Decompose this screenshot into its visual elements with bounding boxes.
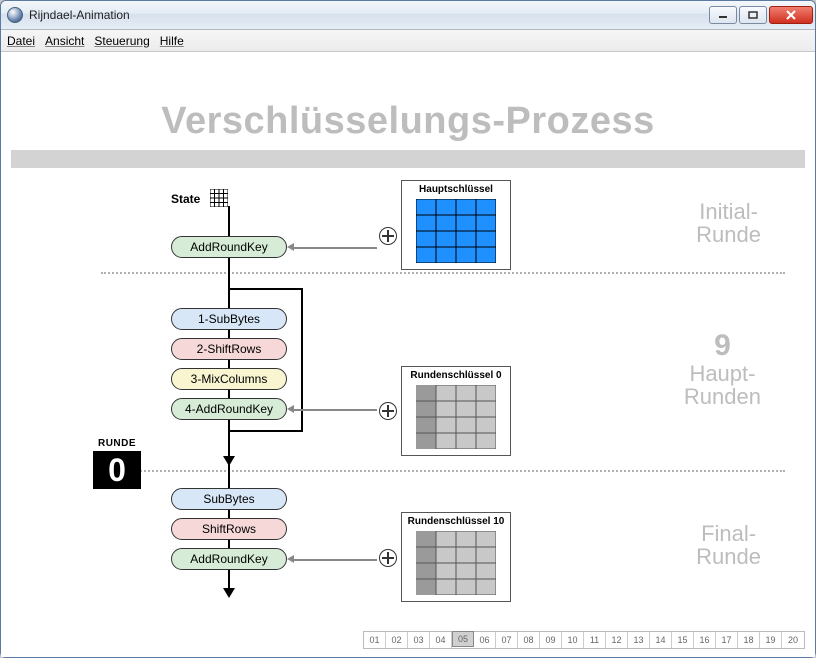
menu-control[interactable]: Steuerung bbox=[94, 34, 149, 48]
pill-final-addroundkey[interactable]: AddRoundKey bbox=[171, 548, 287, 570]
keybox-round10-grid-icon bbox=[416, 531, 496, 595]
page-16[interactable]: 16 bbox=[694, 632, 716, 648]
menubar: Datei Ansicht Steuerung Hilfe bbox=[1, 30, 815, 52]
app-icon bbox=[7, 7, 23, 23]
minimize-icon bbox=[718, 11, 728, 19]
window-controls bbox=[709, 6, 813, 24]
phase-initial-line1: Initial- bbox=[699, 199, 758, 224]
page-14[interactable]: 14 bbox=[650, 632, 672, 648]
arrow-down-icon bbox=[223, 456, 235, 466]
round-badge-label: RUNDE bbox=[93, 438, 141, 449]
page-20[interactable]: 20 bbox=[782, 632, 804, 648]
loop-bottom-h bbox=[229, 430, 303, 432]
page-01[interactable]: 01 bbox=[364, 632, 386, 648]
pill-main-subbytes[interactable]: 1-SubBytes bbox=[171, 308, 287, 330]
connector-initial bbox=[291, 247, 377, 249]
pill-final-subbytes[interactable]: SubBytes bbox=[171, 488, 287, 510]
titlebar[interactable]: Rijndael-Animation bbox=[1, 1, 815, 30]
window-title: Rijndael-Animation bbox=[29, 8, 709, 22]
arrowhead-main-icon bbox=[287, 405, 294, 413]
round-badge-value: 0 bbox=[93, 451, 141, 489]
phase-main-count: 9 bbox=[684, 330, 761, 362]
keybox-round10: Rundenschlüssel 10 bbox=[401, 512, 511, 602]
close-icon bbox=[785, 10, 797, 20]
menu-view[interactable]: Ansicht bbox=[45, 34, 84, 48]
menu-file[interactable]: Datei bbox=[7, 34, 35, 48]
page-15[interactable]: 15 bbox=[672, 632, 694, 648]
phase-final-line1: Final- bbox=[701, 521, 756, 546]
connector-main bbox=[291, 409, 377, 411]
page-05[interactable]: 05 bbox=[452, 631, 474, 647]
connector-final bbox=[291, 559, 377, 561]
page-19[interactable]: 19 bbox=[760, 632, 782, 648]
phase-main-label: 9 Haupt- Runden bbox=[684, 330, 761, 408]
page-07[interactable]: 07 bbox=[496, 632, 518, 648]
pill-initial-addroundkey[interactable]: AddRoundKey bbox=[171, 236, 287, 258]
keybox-round0-grid-icon bbox=[416, 385, 496, 449]
keybox-master-label: Hauptschlüssel bbox=[419, 184, 493, 195]
page-17[interactable]: 17 bbox=[716, 632, 738, 648]
arrowhead-initial-icon bbox=[287, 243, 294, 251]
close-button[interactable] bbox=[769, 6, 813, 24]
keybox-round0: Rundenschlüssel 0 bbox=[401, 366, 511, 456]
arrowhead-final-icon bbox=[287, 555, 294, 563]
phase-initial-label: Initial- Runde bbox=[696, 200, 761, 246]
keybox-round0-label: Rundenschlüssel 0 bbox=[410, 370, 501, 381]
page-12[interactable]: 12 bbox=[606, 632, 628, 648]
page-02[interactable]: 02 bbox=[386, 632, 408, 648]
phase-final-label: Final- Runde bbox=[696, 522, 761, 568]
state-grid-icon bbox=[210, 189, 228, 207]
page-08[interactable]: 08 bbox=[518, 632, 540, 648]
keybox-master: Hauptschlüssel bbox=[401, 180, 511, 270]
keybox-master-grid-icon bbox=[416, 199, 496, 263]
keybox-round10-label: Rundenschlüssel 10 bbox=[408, 516, 505, 527]
page-navigator: 0102030405060708091011121314151617181920 bbox=[363, 631, 805, 649]
minimize-button[interactable] bbox=[709, 6, 737, 24]
arrow-down-final-icon bbox=[223, 588, 235, 598]
loop-top-h bbox=[229, 288, 303, 290]
pill-main-mixcolumns[interactable]: 3-MixColumns bbox=[171, 368, 287, 390]
phase-initial-line2: Runde bbox=[696, 222, 761, 247]
maximize-icon bbox=[748, 11, 758, 19]
page-09[interactable]: 09 bbox=[540, 632, 562, 648]
maximize-button[interactable] bbox=[739, 6, 767, 24]
page-10[interactable]: 10 bbox=[562, 632, 584, 648]
xor-main-icon bbox=[379, 402, 397, 420]
separator-2 bbox=[101, 470, 785, 472]
pill-main-addroundkey[interactable]: 4-AddRoundKey bbox=[171, 398, 287, 420]
app-window: Rijndael-Animation Datei Ansicht Steueru… bbox=[0, 0, 816, 658]
title-band bbox=[11, 150, 805, 168]
xor-final-icon bbox=[379, 549, 397, 567]
round-badge: RUNDE 0 bbox=[93, 438, 141, 489]
phase-main-line1: Haupt- bbox=[689, 361, 755, 386]
state-label: State bbox=[171, 192, 200, 206]
phase-main-line2: Runden bbox=[684, 384, 761, 409]
page-06[interactable]: 06 bbox=[474, 632, 496, 648]
pill-final-shiftrows[interactable]: ShiftRows bbox=[171, 518, 287, 540]
page-11[interactable]: 11 bbox=[584, 632, 606, 648]
phase-final-line2: Runde bbox=[696, 544, 761, 569]
page-18[interactable]: 18 bbox=[738, 632, 760, 648]
separator-1 bbox=[101, 272, 785, 274]
page-04[interactable]: 04 bbox=[430, 632, 452, 648]
page-title: Verschlüsselungs-Prozess bbox=[1, 100, 815, 143]
page-03[interactable]: 03 bbox=[408, 632, 430, 648]
content-area: Verschlüsselungs-Prozess Initial- Runde … bbox=[1, 52, 815, 657]
pill-main-shiftrows[interactable]: 2-ShiftRows bbox=[171, 338, 287, 360]
menu-help[interactable]: Hilfe bbox=[160, 34, 184, 48]
xor-initial-icon bbox=[379, 227, 397, 245]
page-13[interactable]: 13 bbox=[628, 632, 650, 648]
